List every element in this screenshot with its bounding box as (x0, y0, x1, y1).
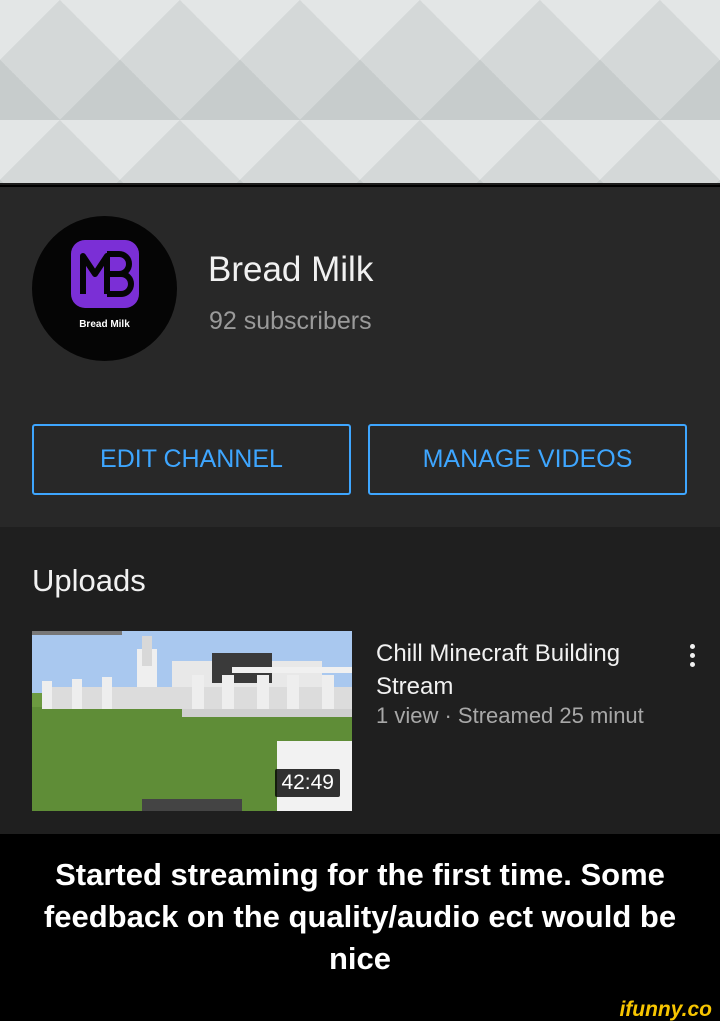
video-meta: 1 view · Streamed 25 minut (376, 703, 644, 728)
video-thumbnail[interactable]: 42:49 (32, 631, 352, 811)
manage-videos-button[interactable]: MANAGE VIDEOS (368, 424, 687, 495)
channel-name: Bread Milk (208, 250, 374, 289)
uploads-heading: Uploads (32, 563, 146, 598)
avatar-label: Bread Milk (79, 319, 130, 330)
mb-logo-icon (71, 240, 139, 308)
meme-caption-area: Started streaming for the first time. So… (0, 834, 720, 1000)
channel-avatar[interactable]: Bread Milk (32, 216, 177, 361)
subscriber-count: 92 subscribers (209, 307, 372, 335)
channel-header: Bread Milk Bread Milk 92 subscribers EDI… (0, 187, 720, 527)
meme-caption: Started streaming for the first time. So… (43, 857, 677, 976)
uploads-section: Uploads 42:49 Chill Minecraft Building S… (0, 527, 720, 834)
watermark-bar: ifunny.co (0, 998, 720, 1021)
edit-channel-button[interactable]: EDIT CHANNEL (32, 424, 351, 495)
video-duration-badge: 42:49 (275, 769, 340, 797)
ifunny-watermark: ifunny.co (619, 998, 712, 1021)
more-vertical-icon[interactable] (680, 641, 704, 671)
video-title[interactable]: Chill Minecraft Building Stream (376, 637, 676, 703)
channel-banner (0, 0, 720, 185)
